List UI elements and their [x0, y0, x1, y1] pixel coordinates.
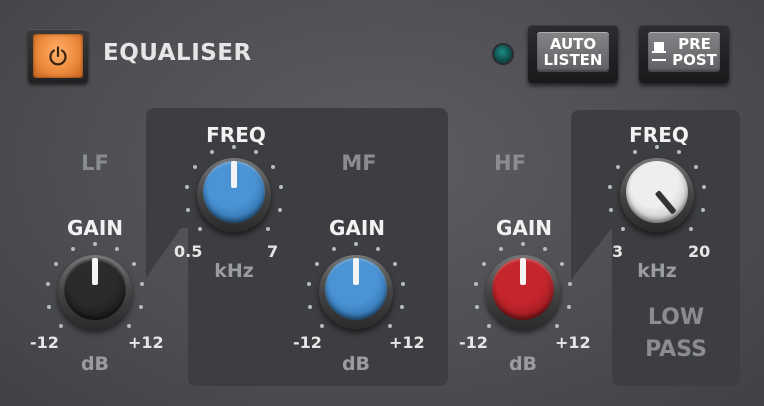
hf-gain-min: -12 — [459, 333, 488, 352]
lowpass-title: LOW PASS — [612, 302, 740, 366]
hf-gain-knob[interactable] — [468, 237, 578, 347]
mf-freq-min: 0.5 — [174, 242, 203, 261]
scale-dot — [45, 282, 50, 287]
scale-dot — [473, 282, 478, 287]
lowpass-freq-knob[interactable] — [602, 140, 712, 250]
hf-gain-max: +12 — [555, 333, 591, 352]
scale-dot — [399, 304, 404, 309]
scale-dot — [140, 282, 145, 287]
mf-band-label: MF — [341, 151, 377, 175]
auto-listen-button[interactable]: AUTO LISTEN — [528, 25, 618, 83]
scale-dot — [693, 164, 698, 169]
status-led — [494, 45, 512, 63]
scale-dot — [392, 261, 397, 266]
mf-gain-min: -12 — [293, 333, 322, 352]
scale-dot — [655, 145, 659, 149]
scale-dot — [700, 207, 705, 212]
scale-dot — [253, 150, 258, 155]
scale-dot — [354, 242, 358, 246]
lf-gain-knob[interactable] — [40, 237, 150, 347]
lf-gain-min: -12 — [30, 333, 59, 352]
scale-dot — [487, 323, 492, 328]
lf-gain-max: +12 — [128, 333, 164, 352]
lowpass-freq-min: 3 — [612, 242, 624, 261]
knob-indicator — [231, 161, 237, 188]
pre-label: PRE — [678, 35, 711, 53]
lowpass-freq-unit: kHz — [637, 260, 677, 282]
mf-freq-max: 7 — [267, 242, 279, 261]
scale-dot — [315, 261, 320, 266]
scale-dot — [210, 150, 215, 155]
scale-dot — [482, 261, 487, 266]
scale-dot — [521, 242, 525, 246]
scale-dot — [621, 226, 626, 231]
lowpass-title-line2: PASS — [645, 337, 707, 362]
knob-indicator — [92, 258, 98, 285]
scale-dot — [499, 247, 504, 252]
power-icon — [33, 34, 83, 78]
scale-dot — [198, 226, 203, 231]
scale-dot — [568, 282, 573, 287]
mf-gain-max: +12 — [389, 333, 425, 352]
scale-dot — [308, 304, 313, 309]
scale-dot — [676, 150, 681, 155]
scale-dot — [54, 261, 59, 266]
scale-dot — [131, 261, 136, 266]
module-title: EQUALISER — [103, 40, 252, 66]
scale-dot — [320, 323, 325, 328]
scale-dot — [387, 323, 392, 328]
scale-dot — [93, 242, 97, 246]
mf-gain-unit: dB — [341, 353, 371, 375]
scale-dot — [71, 247, 76, 252]
scale-dot — [688, 226, 693, 231]
pre-post-button[interactable]: PRE POST — [639, 25, 729, 83]
scale-dot — [47, 304, 52, 309]
scale-dot — [633, 150, 638, 155]
scale-dot — [475, 304, 480, 309]
lowpass-freq-max: 20 — [688, 242, 711, 261]
power-button[interactable] — [28, 29, 88, 83]
post-label: POST — [672, 51, 717, 69]
lf-band-label: LF — [81, 151, 109, 175]
mf-freq-knob[interactable] — [179, 140, 289, 250]
scale-dot — [184, 185, 189, 190]
hf-band-label: HF — [494, 151, 526, 175]
mf-gain-knob[interactable] — [301, 237, 411, 347]
scale-dot — [277, 207, 282, 212]
auto-listen-label-1: AUTO — [549, 35, 597, 53]
scale-dot — [270, 164, 275, 169]
scale-dot — [232, 145, 236, 149]
knob-indicator — [520, 258, 526, 285]
scale-dot — [306, 282, 311, 287]
scale-dot — [554, 323, 559, 328]
scale-dot — [609, 207, 614, 212]
scale-dot — [702, 185, 707, 190]
hf-gain-unit: dB — [508, 353, 538, 375]
scale-dot — [186, 207, 191, 212]
scale-dot — [332, 247, 337, 252]
scale-dot — [126, 323, 131, 328]
scale-dot — [566, 304, 571, 309]
lf-gain-unit: dB — [80, 353, 110, 375]
scale-dot — [59, 323, 64, 328]
pre-post-icon — [652, 42, 667, 61]
scale-dot — [542, 247, 547, 252]
scale-dot — [375, 247, 380, 252]
scale-dot — [607, 185, 612, 190]
scale-dot — [138, 304, 143, 309]
scale-dot — [559, 261, 564, 266]
scale-dot — [193, 164, 198, 169]
mf-freq-unit: kHz — [214, 260, 254, 282]
scale-dot — [401, 282, 406, 287]
lowpass-title-line1: LOW — [647, 305, 705, 330]
scale-dot — [114, 247, 119, 252]
scale-dot — [616, 164, 621, 169]
scale-dot — [279, 185, 284, 190]
auto-listen-label-2: LISTEN — [543, 51, 603, 69]
scale-dot — [265, 226, 270, 231]
knob-indicator — [353, 258, 359, 285]
